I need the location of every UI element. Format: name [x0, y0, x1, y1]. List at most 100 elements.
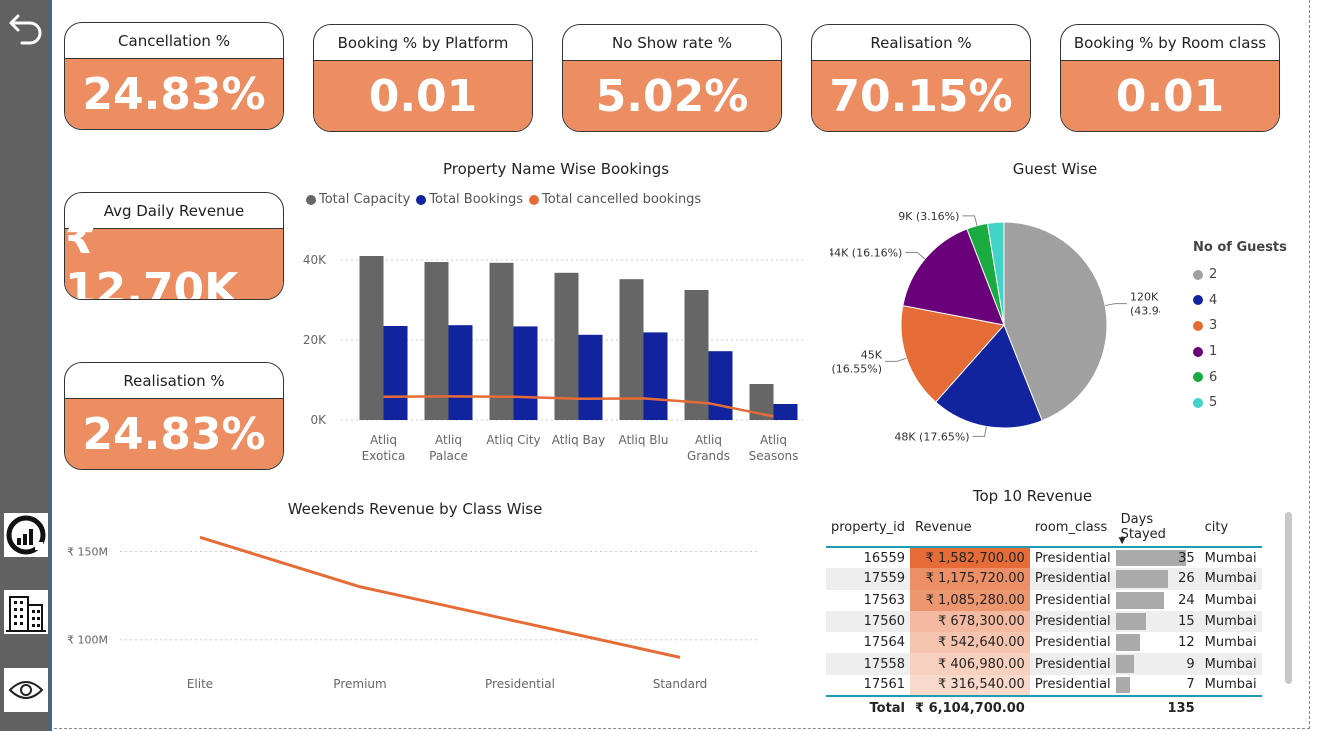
pie-data-label: 120K [1130, 291, 1159, 304]
property-bookings-chart[interactable]: 0K 20K 40K Atliq Exotica Atliq Palace Atliq Cit… [296, 240, 816, 470]
pie-legend: 2 4 3 1 6 5 [1193, 262, 1217, 416]
chart-legend-property-bookings: Total Capacity Total Bookings Total canc… [306, 192, 701, 207]
x-tick-label: Atliq Blu [619, 433, 669, 447]
column-header-room-class[interactable]: room_class [1030, 508, 1116, 547]
cell-room-class: Presidential [1034, 677, 1111, 693]
pie-legend-item[interactable]: 5 [1193, 390, 1217, 416]
table-row[interactable]: 17563 ₹ 1,085,280.00 Presidential 24 Mumbai [826, 589, 1262, 611]
kpi-value: ₹ 12.70K [65, 213, 283, 299]
table-row[interactable]: 17559 ₹ 1,175,720.00 Presidential 26 Mumbai [826, 568, 1262, 590]
cell-days-stayed: 12 [1115, 632, 1200, 653]
bar-total-bookings[interactable] [773, 404, 798, 420]
pie-data-label: (16.55%) [831, 362, 882, 375]
top10-revenue-table[interactable]: property_id Revenue room_class Days Stay… [826, 508, 1262, 720]
legend-label: 1 [1209, 344, 1218, 360]
pie-legend-item[interactable]: 1 [1193, 339, 1217, 365]
legend-label: 5 [1209, 395, 1218, 411]
kpi-card-realisation-2[interactable]: Realisation % 24.83% [64, 362, 284, 470]
pie-leader-line [962, 215, 978, 226]
cell-revenue: ₹ 1,085,280.00 [910, 589, 1030, 611]
pie-legend-title: No of Guests [1193, 240, 1287, 255]
total-city-cell [1200, 696, 1262, 720]
table-header-row: property_id Revenue room_class Days Stay… [826, 508, 1262, 547]
kpi-card-booking-platform[interactable]: Booking % by Platform 0.01 [313, 24, 533, 132]
bar-total-bookings[interactable] [708, 351, 733, 420]
legend-item[interactable]: Total cancelled bookings [529, 192, 701, 207]
kpi-card-cancellation[interactable]: Cancellation % 24.83% [64, 22, 284, 130]
kpi-card-avg-daily-revenue[interactable]: Avg Daily Revenue ₹ 12.70K [64, 192, 284, 300]
y-tick-label: ₹ 150M [67, 545, 108, 558]
kpi-card-booking-room-class[interactable]: Booking % by Room class 0.01 [1060, 24, 1280, 132]
x-tick-label: Seasons [749, 449, 799, 463]
pie-legend-item[interactable]: 4 [1193, 288, 1217, 314]
cell-room-class: Presidential [1034, 550, 1111, 566]
table-row[interactable]: 16559 ₹ 1,582,700.00 Presidential 35 Mumbai [826, 547, 1262, 569]
back-arrow-icon[interactable] [4, 4, 48, 48]
table-scrollbar[interactable] [1285, 512, 1292, 684]
cell-value: 15 [1178, 614, 1195, 630]
pie-legend-item[interactable]: 6 [1193, 364, 1217, 390]
legend-dot [529, 194, 540, 205]
cell-days-stayed: 24 [1115, 590, 1200, 611]
bar-total-bookings[interactable] [448, 325, 473, 420]
weekends-revenue-line-chart[interactable]: ₹ 150M ₹ 100M Elite Premium Presidential Stan… [60, 525, 780, 700]
bar-total-bookings[interactable] [578, 334, 603, 420]
eye-icon[interactable] [4, 668, 48, 712]
cell-property-id: 17564 [863, 635, 906, 651]
bar-total-capacity[interactable] [359, 256, 384, 420]
table-row[interactable]: 17561 ₹ 316,540.00 Presidential 7 Mumbai [826, 674, 1262, 697]
cell-value: 12 [1178, 635, 1195, 651]
bar-total-bookings[interactable] [643, 332, 668, 420]
legend-label: 4 [1209, 292, 1218, 308]
kpi-value: 0.01 [1061, 60, 1279, 131]
pie-leader-line [885, 357, 907, 362]
table-total-row: Total ₹ 6,104,700.00 135 [826, 696, 1262, 720]
table-row[interactable]: 17558 ₹ 406,980.00 Presidential 9 Mumbai [826, 653, 1262, 675]
column-header-city[interactable]: city [1200, 508, 1262, 547]
cell-city: Mumbai [1204, 592, 1257, 608]
table-row[interactable]: 17560 ₹ 678,300.00 Presidential 15 Mumbai [826, 610, 1262, 633]
legend-item[interactable]: Total Bookings [416, 192, 523, 207]
pie-leader-line [1105, 303, 1127, 307]
total-label: Total [869, 701, 906, 717]
analytics-icon[interactable] [4, 513, 48, 557]
x-tick-label: Elite [187, 677, 213, 691]
cell-city: Mumbai [1204, 550, 1257, 566]
cell-city: Mumbai [1199, 610, 1262, 633]
column-header-revenue[interactable]: Revenue [910, 508, 1030, 547]
cell-city: Mumbai [1199, 568, 1262, 590]
kpi-card-no-show[interactable]: No Show rate % 5.02% [562, 24, 782, 132]
pie-leader-line [972, 426, 987, 437]
x-tick-label: Grands [687, 449, 730, 463]
x-tick-label: Atliq Bay [552, 433, 606, 447]
x-tick-label: Atliq [370, 433, 397, 447]
cell-room-class: Presidential [1029, 653, 1116, 675]
table-row[interactable]: 17564 ₹ 542,640.00 Presidential 12 Mumbai [826, 632, 1262, 654]
pie-legend-item[interactable]: 3 [1193, 313, 1217, 339]
table-title-top10: Top 10 Revenue [972, 487, 1093, 505]
bar-total-bookings[interactable] [383, 326, 408, 420]
legend-dot [1193, 397, 1203, 408]
column-header-days-stayed[interactable]: Days Stayed ▼ [1116, 508, 1200, 547]
kpi-value: 24.83% [65, 398, 283, 469]
kpi-card-realisation[interactable]: Realisation % 70.15% [811, 24, 1031, 132]
sidebar [0, 0, 52, 731]
bar-total-bookings[interactable] [513, 326, 538, 420]
pie-data-label: 44K (16.16%) [830, 247, 902, 260]
cell-property-id: 17560 [826, 610, 911, 633]
cell-value: 24 [1178, 592, 1195, 608]
legend-label: 6 [1209, 369, 1218, 385]
kpi-value: 24.83% [65, 58, 283, 129]
column-header-property-id[interactable]: property_id [826, 508, 910, 547]
x-tick-label: Atliq [760, 433, 787, 447]
cell-days-stayed: 9 [1115, 653, 1200, 675]
kpi-title: Booking % by Platform [337, 33, 509, 52]
chart-title-guest-wise: Guest Wise [1012, 160, 1098, 178]
building-icon[interactable] [4, 590, 48, 634]
cell-city: Mumbai [1199, 653, 1262, 675]
cell-revenue: ₹ 1,582,700.00 [910, 547, 1030, 569]
guest-wise-pie-chart[interactable]: 120K(43.94%) 48K (17.65%) 45K(16.55%) 44K (… [830, 195, 1160, 455]
pie-legend-item[interactable]: 2 [1193, 262, 1217, 288]
legend-item[interactable]: Total Capacity [306, 192, 410, 207]
total-revenue: ₹ 6,104,700.00 [915, 701, 1025, 717]
